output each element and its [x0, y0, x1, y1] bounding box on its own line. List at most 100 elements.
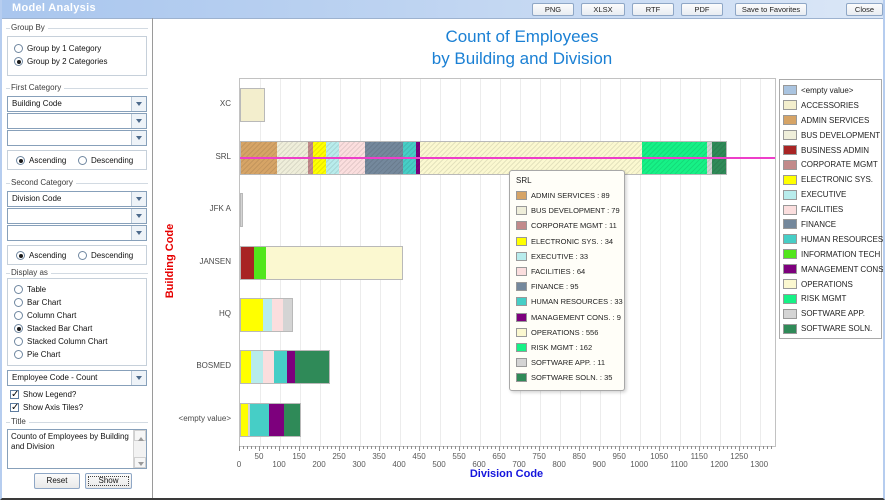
bar-JANSEN[interactable]: [240, 246, 403, 280]
second-category-filter-2[interactable]: [7, 225, 147, 241]
chevron-down-icon[interactable]: [131, 226, 146, 240]
axis-tick: [375, 446, 376, 449]
checkbox-icon[interactable]: [10, 390, 19, 399]
axis-tick: [623, 446, 624, 449]
first-category-filter-1[interactable]: [7, 113, 147, 129]
display-as-option[interactable]: Column Chart: [8, 309, 146, 322]
radio-icon[interactable]: [14, 337, 23, 346]
radio-icon[interactable]: [14, 44, 23, 53]
axis-tick: [503, 446, 504, 449]
axis-tick: [703, 446, 704, 449]
bar-XC[interactable]: [240, 88, 265, 122]
tooltip-row-label: BUS DEVELOPMENT : 79: [531, 206, 620, 215]
radio-icon[interactable]: [14, 298, 23, 307]
bar-segment[interactable]: [263, 299, 272, 331]
scroll-down-icon[interactable]: [134, 457, 146, 468]
option-checkbox[interactable]: Show Axis Tiles?: [10, 401, 148, 414]
gridline: [480, 79, 481, 446]
axis-tick: [267, 446, 268, 449]
bar-segment[interactable]: [266, 247, 402, 279]
plot-area[interactable]: [239, 78, 776, 447]
legend-item: SOFTWARE SOLN.: [783, 321, 881, 336]
display-as-option[interactable]: Pie Chart: [8, 348, 146, 361]
second-sort-option[interactable]: Ascending: [10, 249, 66, 262]
bar-segment[interactable]: [254, 247, 266, 279]
bar-HQ[interactable]: [240, 298, 293, 332]
bar-segment[interactable]: [272, 299, 283, 331]
axis-tick: [455, 446, 456, 449]
display-as-option[interactable]: Table: [8, 283, 146, 296]
chevron-down-icon[interactable]: [131, 114, 146, 128]
second-category-filter-1[interactable]: [7, 208, 147, 224]
export-rtf-button[interactable]: RTF: [632, 3, 674, 16]
bar-segment[interactable]: [295, 351, 329, 383]
radio-icon[interactable]: [16, 156, 25, 165]
first-category-select[interactable]: Building Code: [7, 96, 147, 112]
second-sort-option[interactable]: Descending: [72, 249, 133, 262]
radio-icon[interactable]: [78, 251, 87, 260]
axis-tick: [335, 446, 336, 449]
bar-<empty value>[interactable]: [240, 403, 301, 437]
close-button[interactable]: Close: [846, 3, 883, 16]
bar-segment[interactable]: [269, 404, 284, 436]
display-as-option[interactable]: Stacked Bar Chart: [8, 322, 146, 335]
bar-segment[interactable]: [241, 351, 251, 383]
bar-segment[interactable]: [241, 89, 264, 121]
first-category-filter-2[interactable]: [7, 130, 147, 146]
bar-segment[interactable]: [241, 247, 254, 279]
bar-segment[interactable]: [263, 351, 274, 383]
export-pdf-button[interactable]: PDF: [681, 3, 723, 16]
chevron-down-icon[interactable]: [131, 209, 146, 223]
show-button[interactable]: Show: [85, 473, 132, 489]
radio-icon[interactable]: [14, 57, 23, 66]
second-category-select[interactable]: Division Code: [7, 191, 147, 207]
radio-icon[interactable]: [14, 311, 23, 320]
radio-icon[interactable]: [14, 285, 23, 294]
bar-segment[interactable]: [241, 299, 263, 331]
first-sort-option[interactable]: Ascending: [10, 154, 66, 167]
bar-segment[interactable]: [251, 351, 263, 383]
radio-icon[interactable]: [14, 350, 23, 359]
bar-segment[interactable]: [287, 351, 295, 383]
chevron-down-icon[interactable]: [131, 131, 146, 145]
first-sort-option[interactable]: Descending: [72, 154, 133, 167]
chart-title: Count of Employees by Building and Divis…: [162, 26, 882, 70]
axis-tick: [271, 446, 272, 449]
radio-icon[interactable]: [16, 251, 25, 260]
scroll-up-icon[interactable]: [134, 430, 146, 441]
bar-BOSMED[interactable]: [240, 350, 330, 384]
group-by-option[interactable]: Group by 1 Category: [8, 42, 146, 55]
chevron-down-icon[interactable]: [131, 97, 146, 111]
gridline: [720, 79, 721, 446]
checkbox-label: Show Legend?: [23, 390, 76, 399]
bar-JFK A[interactable]: [240, 193, 243, 227]
radio-icon[interactable]: [78, 156, 87, 165]
y-category-label: SRL: [153, 152, 235, 161]
axis-tick: [247, 446, 248, 449]
bar-segment[interactable]: [283, 299, 293, 331]
axis-tick: [527, 446, 528, 449]
axis-tick: [647, 446, 648, 449]
display-as-option[interactable]: Stacked Column Chart: [8, 335, 146, 348]
bar-segment[interactable]: [284, 404, 300, 436]
export-png-button[interactable]: PNG: [532, 3, 574, 16]
radio-icon[interactable]: [14, 324, 23, 333]
save-to-favorites-button[interactable]: Save to Favorites: [735, 3, 807, 16]
chart-title-input[interactable]: Counto of Employees by Building and Divi…: [7, 429, 147, 469]
display-as-option[interactable]: Bar Chart: [8, 296, 146, 309]
measure-select[interactable]: Employee Code - Count: [7, 370, 147, 386]
chevron-down-icon[interactable]: [131, 371, 146, 385]
option-checkbox[interactable]: Show Legend?: [10, 388, 148, 401]
textarea-scrollbar[interactable]: [133, 430, 146, 468]
bar-segment[interactable]: [241, 404, 248, 436]
export-xlsx-button[interactable]: XLSX: [581, 3, 625, 16]
bar-segment[interactable]: [250, 404, 269, 436]
bar-segment[interactable]: [274, 351, 287, 383]
bar-segment[interactable]: [241, 194, 242, 226]
group-by-option[interactable]: Group by 2 Categories: [8, 55, 146, 68]
chevron-down-icon[interactable]: [131, 192, 146, 206]
reset-button[interactable]: Reset: [34, 473, 80, 489]
first-sort-option-label: Ascending: [29, 156, 66, 165]
legend-swatch: [783, 205, 797, 215]
checkbox-icon[interactable]: [10, 403, 19, 412]
